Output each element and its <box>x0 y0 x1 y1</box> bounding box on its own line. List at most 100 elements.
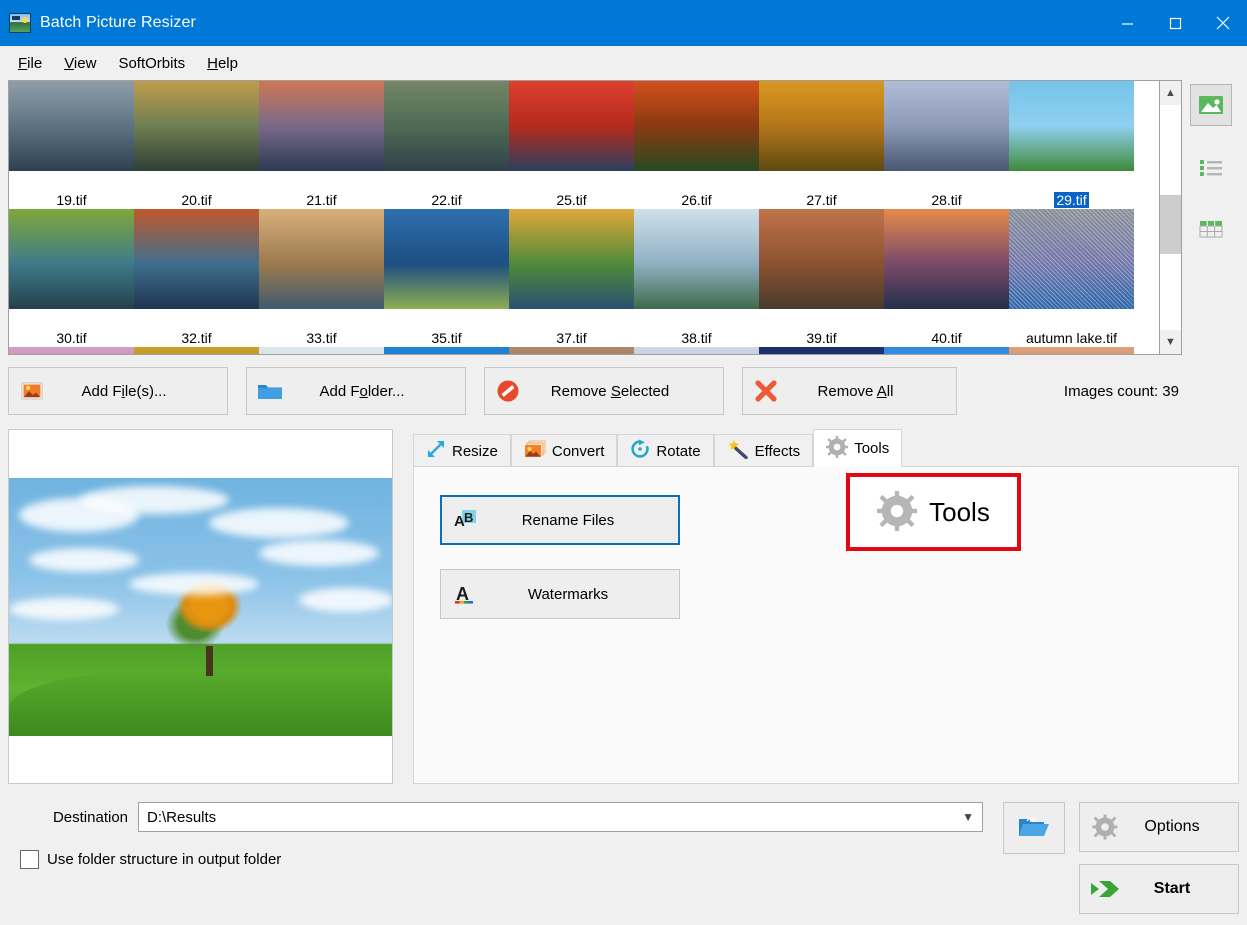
thumbnail-image[interactable] <box>259 81 384 171</box>
thumbnail-image[interactable] <box>884 81 1009 171</box>
rename-files-button[interactable]: AB Rename Files <box>440 495 680 545</box>
thumbnail-label[interactable]: 29.tif <box>1054 192 1089 208</box>
thumbnail-view-button[interactable] <box>1189 84 1232 126</box>
browse-destination-button[interactable] <box>1003 802 1065 854</box>
tab-rotate[interactable]: Rotate <box>617 434 714 467</box>
thumbnail-label[interactable]: 39.tif <box>804 330 838 346</box>
thumbnail-label[interactable]: 37.tif <box>554 330 588 346</box>
thumbnail-image[interactable] <box>9 81 134 171</box>
thumbnail-image[interactable] <box>1009 81 1134 171</box>
thumbnail-label[interactable]: 35.tif <box>429 330 463 346</box>
menu-item-softorbits[interactable]: SoftOrbits <box>108 51 195 76</box>
thumbnail-scrollbar[interactable]: ▲ ▼ <box>1160 80 1182 355</box>
thumbnail-item[interactable] <box>634 347 759 354</box>
thumbnail-item[interactable] <box>134 81 259 191</box>
thumbnail-item[interactable] <box>1009 347 1134 354</box>
thumbnail-label[interactable]: 28.tif <box>929 192 963 208</box>
tab-convert[interactable]: Convert <box>510 434 618 467</box>
tab-tools[interactable]: Tools <box>813 429 903 467</box>
thumbnail-image[interactable] <box>384 347 509 354</box>
thumbnail-label[interactable]: 33.tif <box>304 330 338 346</box>
list-view-button[interactable] <box>1190 146 1232 188</box>
thumbnail-label[interactable]: 32.tif <box>179 330 213 346</box>
thumbnail-item[interactable] <box>384 347 509 354</box>
minimize-button[interactable] <box>1103 0 1151 46</box>
tab-resize[interactable]: Resize <box>413 434 511 467</box>
thumbnail-item[interactable] <box>759 209 884 329</box>
thumbnail-image[interactable] <box>759 347 884 354</box>
thumbnail-label[interactable]: 20.tif <box>179 192 213 208</box>
thumbnail-label[interactable]: 38.tif <box>679 330 713 346</box>
thumbnail-item[interactable] <box>509 81 634 191</box>
thumbnail-item[interactable] <box>134 209 259 329</box>
thumbnail-item[interactable] <box>1009 209 1134 329</box>
thumbnail-item[interactable] <box>759 347 884 354</box>
maximize-button[interactable] <box>1151 0 1199 46</box>
scroll-down-arrow-icon[interactable]: ▼ <box>1160 330 1181 354</box>
thumbnail-image[interactable] <box>509 81 634 171</box>
thumbnail-image[interactable] <box>634 209 759 309</box>
thumbnail-item[interactable] <box>9 81 134 191</box>
thumbnail-item[interactable] <box>9 347 134 354</box>
options-button[interactable]: Options <box>1079 802 1239 852</box>
thumbnail-image[interactable] <box>384 209 509 309</box>
thumbnail-label[interactable]: 40.tif <box>929 330 963 346</box>
details-view-button[interactable] <box>1190 208 1232 250</box>
add-folder-button[interactable]: Add Folder... <box>246 367 466 415</box>
chevron-down-icon[interactable]: ▼ <box>962 810 974 824</box>
add-files-button[interactable]: Add File(s)... <box>8 367 228 415</box>
thumbnail-label[interactable]: 30.tif <box>54 330 88 346</box>
thumbnail-item[interactable] <box>509 209 634 329</box>
remove-selected-button[interactable]: Remove Selected <box>484 367 724 415</box>
thumbnail-image[interactable] <box>1009 209 1134 309</box>
thumbnail-item[interactable] <box>259 81 384 191</box>
thumbnail-image[interactable] <box>884 347 1009 354</box>
scrollbar-track[interactable] <box>1160 105 1181 330</box>
thumbnail-image[interactable] <box>259 209 384 309</box>
thumbnail-item[interactable] <box>1009 81 1134 191</box>
thumbnail-item[interactable] <box>884 209 1009 329</box>
thumbnail-item[interactable] <box>759 81 884 191</box>
thumbnail-item[interactable] <box>384 209 509 329</box>
thumbnail-image[interactable] <box>9 209 134 309</box>
thumbnail-image[interactable] <box>509 209 634 309</box>
thumbnail-image[interactable] <box>634 81 759 171</box>
thumbnail-image[interactable] <box>259 347 384 354</box>
thumbnail-image[interactable] <box>384 81 509 171</box>
thumbnail-image[interactable] <box>9 347 134 354</box>
thumbnail-image[interactable] <box>1009 347 1134 354</box>
thumbnail-item[interactable] <box>634 81 759 191</box>
thumbnail-label[interactable]: 25.tif <box>554 192 588 208</box>
thumbnail-image[interactable] <box>134 209 259 309</box>
watermarks-button[interactable]: A Watermarks <box>440 569 680 619</box>
thumbnail-image[interactable] <box>884 209 1009 309</box>
thumbnail-item[interactable] <box>634 209 759 329</box>
thumbnail-item[interactable] <box>259 209 384 329</box>
thumbnail-label[interactable]: 26.tif <box>679 192 713 208</box>
thumbnail-image[interactable] <box>759 81 884 171</box>
thumbnail-image[interactable] <box>134 81 259 171</box>
thumbnail-label[interactable]: autumn lake.tif <box>1024 330 1119 346</box>
use-folder-structure-checkbox[interactable] <box>20 850 39 869</box>
thumbnail-item[interactable] <box>9 209 134 329</box>
close-button[interactable] <box>1199 0 1247 46</box>
tab-effects[interactable]: Effects <box>713 434 814 467</box>
thumbnail-item[interactable] <box>884 347 1009 354</box>
thumbnail-list[interactable]: 5.tif6.tif7.tif10.tif11.tif12.tif14.tif1… <box>8 80 1160 355</box>
thumbnail-label[interactable]: 19.tif <box>54 192 88 208</box>
thumbnail-item[interactable] <box>259 347 384 354</box>
thumbnail-label[interactable]: 21.tif <box>304 192 338 208</box>
thumbnail-image[interactable] <box>634 347 759 354</box>
thumbnail-item[interactable] <box>884 81 1009 191</box>
thumbnail-item[interactable] <box>134 347 259 354</box>
thumbnail-label[interactable]: 27.tif <box>804 192 838 208</box>
remove-all-button[interactable]: Remove All <box>742 367 957 415</box>
thumbnail-item[interactable] <box>509 347 634 354</box>
scroll-up-arrow-icon[interactable]: ▲ <box>1160 81 1181 105</box>
thumbnail-image[interactable] <box>509 347 634 354</box>
destination-input[interactable]: D:\Results ▼ <box>138 802 983 832</box>
menu-item-view[interactable]: View <box>54 51 106 76</box>
start-button[interactable]: Start <box>1079 864 1239 914</box>
scrollbar-thumb[interactable] <box>1160 195 1181 254</box>
thumbnail-item[interactable] <box>384 81 509 191</box>
